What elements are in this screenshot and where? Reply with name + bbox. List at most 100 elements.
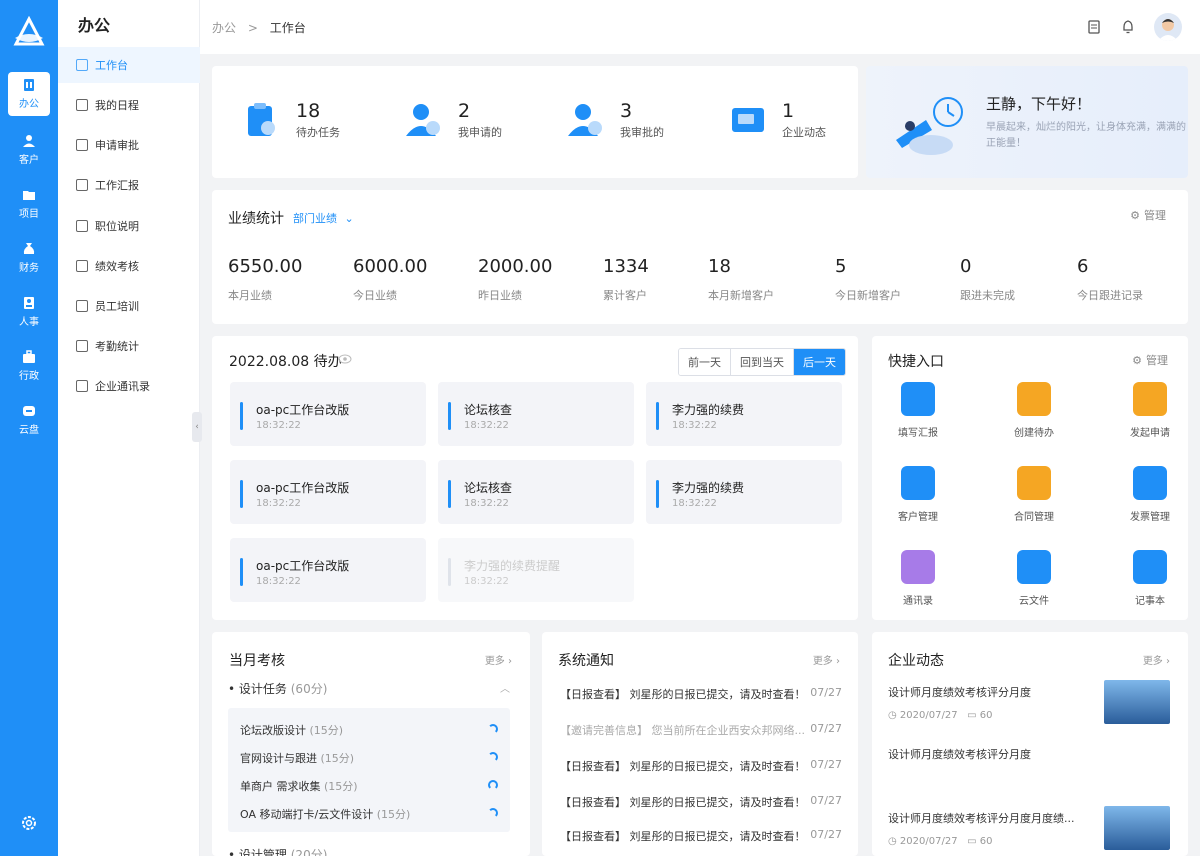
list-item[interactable]: OA 移动端打卡/云文件设计 (15分) xyxy=(240,806,410,822)
stat-label: 待办任务 xyxy=(296,126,340,139)
rail-item-project[interactable]: 项目 xyxy=(0,180,58,228)
perf-item: 18 本月新增客户 xyxy=(708,256,774,303)
sidebar-item-performance[interactable]: 绩效考核 xyxy=(58,248,200,284)
stat-todo[interactable]: 18 待办任务 xyxy=(242,100,340,140)
breadcrumb-root[interactable]: 办公 xyxy=(212,21,236,35)
stat-my-applications[interactable]: 2 我申请的 xyxy=(404,100,502,140)
news-thumbnail[interactable] xyxy=(1104,806,1170,850)
company-news-icon xyxy=(732,108,764,132)
task-score: (15分) xyxy=(309,724,344,737)
news-views: 60 xyxy=(979,836,993,847)
eye-icon[interactable] xyxy=(338,353,352,365)
todo-item-title: oa-pc工作台改版 xyxy=(256,403,350,417)
invoice-management-icon xyxy=(1133,466,1167,500)
avatar[interactable] xyxy=(1154,13,1182,41)
rail-item-label: 客户 xyxy=(19,155,39,166)
sidebar-item-label: 申请审批 xyxy=(95,139,139,152)
news-item[interactable]: 设计师月度绩效考核评分月度 xyxy=(888,684,1031,700)
perf-item: 1334 累计客户 xyxy=(603,256,649,303)
quick-manage-button[interactable]: ⚙ 管理 xyxy=(1132,352,1168,368)
assessment-group[interactable]: • 设计任务 (60分) xyxy=(228,680,327,697)
news-item[interactable]: 设计师月度绩效考核评分月度月度绩... xyxy=(888,810,1075,826)
rail-item-customer[interactable]: 客户 xyxy=(0,126,58,174)
sidebar-item-approval[interactable]: 申请审批 xyxy=(58,127,200,163)
next-day-button[interactable]: 后一天 xyxy=(794,349,845,375)
more-label: 更多 xyxy=(1142,656,1163,667)
prev-day-button[interactable]: 前一天 xyxy=(679,349,731,375)
stat-company-news[interactable]: 1 企业动态 xyxy=(728,100,826,140)
perf-item: 6000.00 今日业绩 xyxy=(353,256,427,303)
sidebar-item-directory[interactable]: 企业通讯录 xyxy=(58,368,200,404)
sidebar-item-attendance[interactable]: 考勤统计 xyxy=(58,328,200,364)
rail-item-office[interactable]: 办公 xyxy=(8,72,50,116)
rail-item-finance[interactable]: 财务 xyxy=(0,234,58,282)
perf-label: 累计客户 xyxy=(603,289,647,302)
app-logo-icon[interactable] xyxy=(12,16,46,50)
list-item[interactable]: 单商户 需求收集 (15分) xyxy=(240,778,358,794)
news-thumbnail[interactable] xyxy=(1104,680,1170,724)
notice-item[interactable]: 【日报查看】 刘星彤的日报已提交，请及时查看！ 07/27 xyxy=(560,794,842,810)
todo-item[interactable]: oa-pc工作台改版 18:32:22 xyxy=(230,538,426,602)
list-item[interactable]: 官网设计与跟进 (15分) xyxy=(240,750,354,766)
sidebar-item-position[interactable]: 职位说明 xyxy=(58,208,200,244)
notice-item[interactable]: 【日报查看】 刘星彤的日报已提交，请及时查看！ 07/27 xyxy=(560,758,842,774)
todo-item-time: 18:32:22 xyxy=(464,498,509,509)
todo-item[interactable]: 论坛核查 18:32:22 xyxy=(438,382,634,446)
performance-manage-button[interactable]: ⚙ 管理 xyxy=(1130,207,1166,223)
settings-gear-icon[interactable] xyxy=(20,814,38,832)
sidebar-item-schedule[interactable]: 我的日程 xyxy=(58,87,200,123)
assessment-more-link[interactable]: 更多 › xyxy=(485,652,512,667)
sidebar-item-label: 工作台 xyxy=(95,59,128,72)
quick-customer-management[interactable]: 客户管理 xyxy=(878,466,958,523)
stat-my-approvals[interactable]: 3 我审批的 xyxy=(566,100,664,140)
assessment-group-name: 设计管理 xyxy=(238,848,287,856)
quick-notepad[interactable]: 记事本 xyxy=(1110,550,1190,607)
stat-label: 我审批的 xyxy=(620,126,664,139)
progress-ring-icon xyxy=(488,780,498,790)
training-icon xyxy=(76,300,88,312)
quick-contacts[interactable]: 通讯录 xyxy=(878,550,958,607)
news-views: 60 xyxy=(979,710,993,721)
news-item[interactable]: 设计师月度绩效考核评分月度 xyxy=(888,746,1031,762)
task-score: (15分) xyxy=(324,780,358,793)
assessment-group[interactable]: • 设计管理 (20分) xyxy=(228,846,327,856)
contacts-icon xyxy=(901,550,935,584)
notice-date: 07/27 xyxy=(810,686,842,699)
todo-item[interactable]: 李力强的续费 18:32:22 xyxy=(646,460,842,524)
perf-value: 5 xyxy=(835,256,847,277)
sidebar-item-report[interactable]: 工作汇报 xyxy=(58,167,200,203)
rail-item-label: 人事 xyxy=(19,317,39,328)
todo-title: 2022.08.08 待办 xyxy=(229,354,342,370)
notice-more-link[interactable]: 更多 › xyxy=(813,652,840,667)
rail-item-hr[interactable]: 人事 xyxy=(0,288,58,336)
rail-item-cloud[interactable]: 云盘 xyxy=(0,396,58,444)
sidebar-item-workbench[interactable]: 工作台 xyxy=(58,47,200,83)
notice-item[interactable]: 【日报查看】 刘星彤的日报已提交，请及时查看！ 07/27 xyxy=(560,828,842,844)
quick-write-report[interactable]: 填写汇报 xyxy=(878,382,958,439)
sidebar-collapse-button[interactable]: ‹ xyxy=(192,412,202,442)
stat-value: 18 xyxy=(296,100,321,122)
todo-item[interactable]: 论坛核查 18:32:22 xyxy=(438,460,634,524)
notice-item[interactable]: 【邀请完善信息】 您当前所在企业西安众邦网络... 07/27 xyxy=(560,722,842,738)
quick-invoice-management[interactable]: 发票管理 xyxy=(1110,466,1190,523)
today-button[interactable]: 回到当天 xyxy=(731,349,794,375)
sidebar-item-training[interactable]: 员工培训 xyxy=(58,288,200,324)
todo-item-completed[interactable]: 李力强的续费提醒 18:32:22 xyxy=(438,538,634,602)
quick-create-todo[interactable]: 创建待办 xyxy=(994,382,1074,439)
todo-item[interactable]: oa-pc工作台改版 18:32:22 xyxy=(230,382,426,446)
todo-item[interactable]: oa-pc工作台改版 18:32:22 xyxy=(230,460,426,524)
notice-item[interactable]: 【日报查看】 刘星彤的日报已提交，请及时查看！ 07/27 xyxy=(560,686,842,702)
news-more-link[interactable]: 更多 › xyxy=(1143,652,1170,667)
rail-item-admin[interactable]: 行政 xyxy=(0,342,58,390)
app-rail: 办公 客户 项目 财务 人事 行政 云盘 xyxy=(0,0,58,856)
todo-item[interactable]: 李力强的续费 18:32:22 xyxy=(646,382,842,446)
quick-start-application[interactable]: 发起申请 xyxy=(1110,382,1190,439)
quick-cloud-files[interactable]: 云文件 xyxy=(994,550,1074,607)
chevron-up-icon[interactable]: ︿ xyxy=(500,680,510,695)
list-item[interactable]: 论坛改版设计 (15分) xyxy=(240,722,343,738)
notes-icon[interactable] xyxy=(1086,19,1102,35)
bell-icon[interactable] xyxy=(1120,19,1136,35)
cloud-icon xyxy=(23,406,35,416)
performance-filter-dropdown[interactable]: 部门业绩 ⌄ xyxy=(293,210,354,226)
quick-contract-management[interactable]: 合同管理 xyxy=(994,466,1074,523)
